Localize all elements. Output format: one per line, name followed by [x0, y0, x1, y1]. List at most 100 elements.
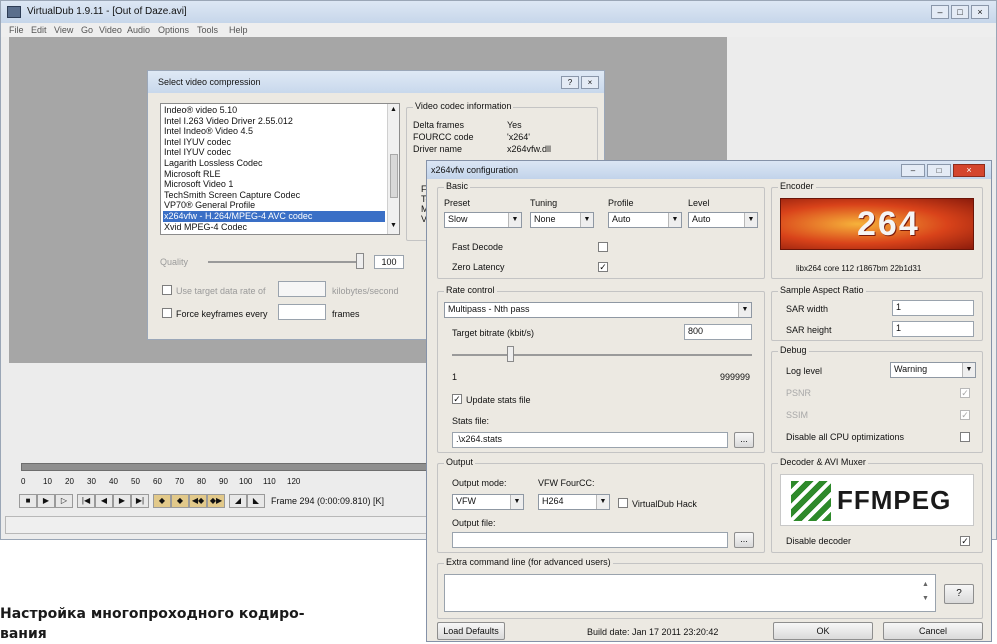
go-end-icon[interactable]: ▶|: [131, 494, 149, 508]
level-select[interactable]: Auto ▼: [688, 212, 758, 228]
maximize-button[interactable]: □: [927, 164, 951, 177]
scroll-thumb[interactable]: [390, 154, 398, 198]
extra-cmd-scroll-icon[interactable]: ▲ ▼: [922, 578, 929, 606]
prev-scene-icon[interactable]: ◀◆: [189, 494, 207, 508]
bitrate-slider[interactable]: [452, 354, 752, 356]
tuning-label: Tuning: [530, 198, 558, 208]
extra-help-button[interactable]: ?: [944, 584, 974, 604]
next-key-icon[interactable]: ◆: [171, 494, 189, 508]
output-mode-value: VFW: [456, 496, 476, 506]
datarate-checkbox[interactable]: [162, 285, 172, 295]
preset-select[interactable]: Slow ▼: [444, 212, 522, 228]
output-file-input[interactable]: [452, 532, 728, 548]
codec-list-item[interactable]: VP70® General Profile: [163, 200, 385, 211]
codec-list-item[interactable]: x264vfw - H.264/MPEG-4 AVC codec: [163, 210, 385, 222]
extra-cmd-group-label: Extra command line (for advanced users): [444, 557, 613, 567]
menu-audio[interactable]: Audio: [127, 25, 150, 35]
sar-width-input[interactable]: 1: [892, 300, 974, 316]
preset-label: Preset: [444, 198, 471, 208]
mark-out-icon[interactable]: ◣: [247, 494, 265, 508]
level-label: Level: [688, 198, 710, 208]
psnr-checkbox[interactable]: ✓: [960, 388, 970, 398]
back-icon[interactable]: ◀: [95, 494, 113, 508]
log-level-select[interactable]: Warning ▼: [890, 362, 976, 378]
stats-browse-button[interactable]: ...: [734, 432, 754, 448]
zero-latency-checkbox[interactable]: ✓: [598, 262, 608, 272]
maximize-button[interactable]: □: [951, 5, 969, 19]
quality-thumb[interactable]: [356, 253, 364, 269]
stop-icon[interactable]: ■: [19, 494, 37, 508]
close-button[interactable]: ×: [971, 5, 989, 19]
bitrate-input[interactable]: 800: [684, 324, 752, 340]
disable-cpu-checkbox[interactable]: [960, 432, 970, 442]
scroll-down-icon[interactable]: ▼: [390, 222, 397, 229]
go-start-icon[interactable]: |◀: [77, 494, 95, 508]
ok-button[interactable]: OK: [773, 622, 873, 640]
extra-cmd-input[interactable]: [444, 574, 936, 612]
rate-mode-select[interactable]: Multipass - Nth pass ▼: [444, 302, 752, 318]
codec-list-item[interactable]: Indeo® video 5.10: [163, 105, 385, 116]
fourcc-select[interactable]: H264 ▼: [538, 494, 610, 510]
minimize-button[interactable]: –: [931, 5, 949, 19]
minimize-button[interactable]: –: [901, 164, 925, 177]
load-defaults-button[interactable]: Load Defaults: [437, 622, 505, 640]
menu-file[interactable]: File: [9, 25, 24, 35]
scroll-up-icon[interactable]: ▲: [390, 106, 397, 113]
keyframes-input[interactable]: [278, 304, 326, 320]
ssim-checkbox[interactable]: ✓: [960, 410, 970, 420]
slider-max-label: 999999: [720, 372, 751, 382]
codec-list-item[interactable]: Xvid MPEG-4 Codec: [163, 222, 385, 233]
menu-view[interactable]: View: [54, 25, 73, 35]
disable-decoder-checkbox[interactable]: ✓: [960, 536, 970, 546]
cancel-button[interactable]: Cancel: [883, 622, 983, 640]
help-button[interactable]: ?: [561, 76, 579, 89]
codec-list-item[interactable]: Intel IYUV codec: [163, 137, 385, 148]
codec-list[interactable]: Indeo® video 5.10 Intel I.263 Video Drive…: [160, 103, 400, 235]
menu-edit[interactable]: Edit: [31, 25, 47, 35]
menu-go[interactable]: Go: [81, 25, 93, 35]
update-stats-checkbox[interactable]: ✓: [452, 394, 462, 404]
sar-group-label: Sample Aspect Ratio: [778, 285, 866, 295]
menu-options[interactable]: Options: [158, 25, 189, 35]
menu-video[interactable]: Video: [99, 25, 122, 35]
profile-label: Profile: [608, 198, 634, 208]
debug-group-label: Debug: [778, 345, 809, 355]
codec-list-item[interactable]: Microsoft Video 1: [163, 179, 385, 190]
codec-list-item[interactable]: Microsoft RLE: [163, 169, 385, 180]
quality-label: Quality: [160, 257, 189, 267]
play-input-icon[interactable]: ▶: [37, 494, 55, 508]
codec-list-item[interactable]: TechSmith Screen Capture Codec: [163, 190, 385, 201]
decoder-group-label: Decoder & AVI Muxer: [778, 457, 868, 467]
close-button[interactable]: ×: [581, 76, 599, 89]
codec-list-item[interactable]: Intel IYUV codec: [163, 147, 385, 158]
output-mode-select[interactable]: VFW ▼: [452, 494, 524, 510]
play-output-icon[interactable]: ▷: [55, 494, 73, 508]
codec-list-item[interactable]: Lagarith Lossless Codec: [163, 158, 385, 169]
vdub-hack-checkbox[interactable]: [618, 498, 628, 508]
level-value: Auto: [692, 214, 711, 224]
menu-help[interactable]: Help: [229, 25, 248, 35]
stats-file-input[interactable]: .\x264.stats: [452, 432, 728, 448]
profile-select[interactable]: Auto ▼: [608, 212, 682, 228]
output-browse-button[interactable]: ...: [734, 532, 754, 548]
next-scene-icon[interactable]: ◆▶: [207, 494, 225, 508]
sar-height-input[interactable]: 1: [892, 321, 974, 337]
bitrate-slider-thumb[interactable]: [507, 346, 514, 362]
log-level-value: Warning: [894, 364, 928, 374]
mark-in-icon[interactable]: ◢: [229, 494, 247, 508]
codec-list-item[interactable]: Intel I.263 Video Driver 2.55.012: [163, 116, 385, 127]
tuning-select[interactable]: None ▼: [530, 212, 594, 228]
codec-list-item[interactable]: Intel Indeo® Video 4.5: [163, 126, 385, 137]
datarate-input[interactable]: [278, 281, 326, 297]
fast-decode-checkbox[interactable]: [598, 242, 608, 252]
keyframes-checkbox[interactable]: [162, 308, 172, 318]
position-slider[interactable]: [21, 463, 449, 471]
fourcc-value: H264: [542, 496, 564, 506]
tick-label: 110: [263, 477, 276, 486]
quality-slider[interactable]: [208, 261, 364, 263]
forward-icon[interactable]: ▶: [113, 494, 131, 508]
close-button[interactable]: ×: [953, 164, 985, 177]
menu-tools[interactable]: Tools: [197, 25, 218, 35]
codec-list-scrollbar[interactable]: ▲ ▼: [387, 104, 399, 234]
prev-key-icon[interactable]: ◆: [153, 494, 171, 508]
